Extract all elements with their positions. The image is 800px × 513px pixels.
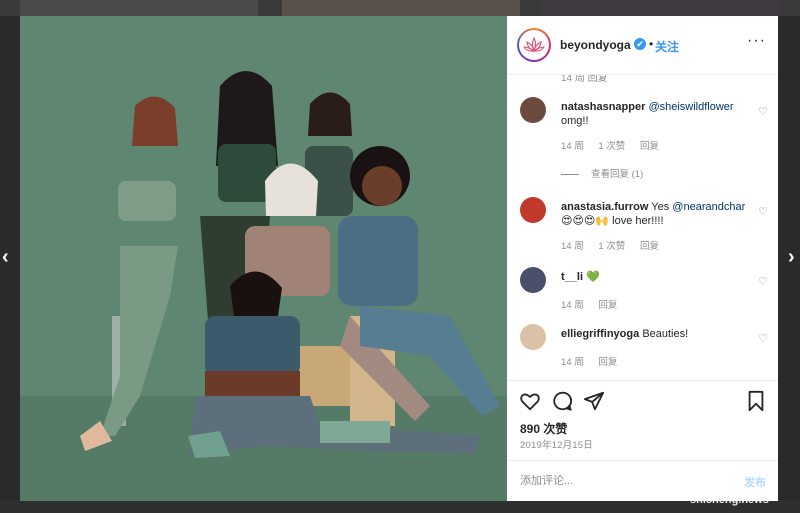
lotus-logo-icon (523, 36, 545, 53)
heart-icon[interactable] (519, 390, 541, 412)
post-header: beyondyoga ✔ • 关注 ··· (507, 16, 778, 75)
likes-count[interactable]: 890 次赞 (520, 420, 567, 437)
comment-time: 14 周 (561, 300, 584, 311)
previous-post-arrow[interactable]: ‹ (2, 246, 9, 269)
post-actions: 890 次赞 2019年12月15日 (507, 380, 778, 461)
comment-text: 💚 (586, 271, 600, 283)
comment-reply-button[interactable]: 回复 (640, 141, 659, 152)
comment-like-heart-icon[interactable]: ♡ (758, 332, 768, 345)
view-replies-button[interactable]: 查看回复 (1) (561, 166, 643, 180)
commenter-avatar[interactable] (520, 197, 546, 223)
header-separator: • (649, 37, 654, 51)
verified-badge-icon: ✔ (634, 38, 646, 50)
comment-likes[interactable]: 1 次赞 (598, 141, 625, 152)
comment-text-prefix: Yes (651, 201, 670, 213)
commenter-username[interactable]: natashasnapper (561, 101, 645, 113)
post-date: 2019年12月15日 (520, 440, 593, 451)
follow-button[interactable]: 关注 (655, 38, 679, 55)
bookmark-icon[interactable] (745, 390, 767, 412)
comment-text: omg!! (561, 115, 589, 127)
backdrop-thumbnail-2 (282, 0, 520, 16)
comment-text: Beauties! (642, 328, 689, 340)
comment-mention[interactable]: @nearandchar (672, 201, 745, 213)
commenter-avatar[interactable] (520, 267, 546, 293)
backdrop-thumbnail-3 (541, 0, 779, 16)
site-watermark: shicheng.news (690, 494, 769, 506)
next-post-arrow[interactable]: › (788, 246, 795, 269)
paper-plane-icon[interactable] (583, 390, 605, 412)
comments-list[interactable]: 14 周 回复 natashasnapper @sheiswildflower … (507, 75, 778, 380)
comment-icon[interactable] (551, 390, 573, 412)
comment-like-heart-icon[interactable]: ♡ (758, 275, 768, 288)
post-details-panel: beyondyoga ✔ • 关注 ··· 14 周 回复 natashasna… (507, 16, 778, 501)
group-photo-illustration (20, 16, 507, 501)
comment-reply-button[interactable]: 回复 (598, 300, 617, 311)
comment-like-heart-icon[interactable]: ♡ (758, 105, 768, 118)
comment-time: 14 周 (561, 241, 584, 252)
comment-likes[interactable]: 1 次赞 (598, 241, 625, 252)
partial-comment-meta: 14 周 回复 (561, 75, 608, 84)
commenter-avatar[interactable] (520, 324, 546, 350)
comment-text: 😍😍😍🙌 love her!!!! (561, 215, 664, 227)
account-username[interactable]: beyondyoga (560, 38, 631, 52)
comment-reply-button[interactable]: 回复 (598, 357, 617, 368)
post-photo (20, 16, 507, 501)
backdrop-thumbnail-1 (20, 0, 258, 16)
comment-time: 14 周 (561, 141, 584, 152)
commenter-username[interactable]: anastasia.furrow (561, 201, 648, 213)
post-modal: beyondyoga ✔ • 关注 ··· 14 周 回复 natashasna… (20, 16, 778, 501)
comment-like-heart-icon[interactable]: ♡ (758, 205, 768, 218)
commenter-username[interactable]: t__li (561, 271, 583, 283)
post-comment-button[interactable]: 发布 (744, 474, 766, 490)
comment-mention[interactable]: @sheiswildflower (648, 101, 733, 113)
commenter-username[interactable]: elliegriffinyoga (561, 328, 639, 340)
more-options-icon[interactable]: ··· (747, 32, 766, 50)
commenter-avatar[interactable] (520, 97, 546, 123)
comment-reply-button[interactable]: 回复 (640, 241, 659, 252)
comment-time: 14 周 (561, 357, 584, 368)
add-comment-input[interactable] (520, 472, 720, 490)
account-avatar[interactable] (517, 28, 551, 62)
